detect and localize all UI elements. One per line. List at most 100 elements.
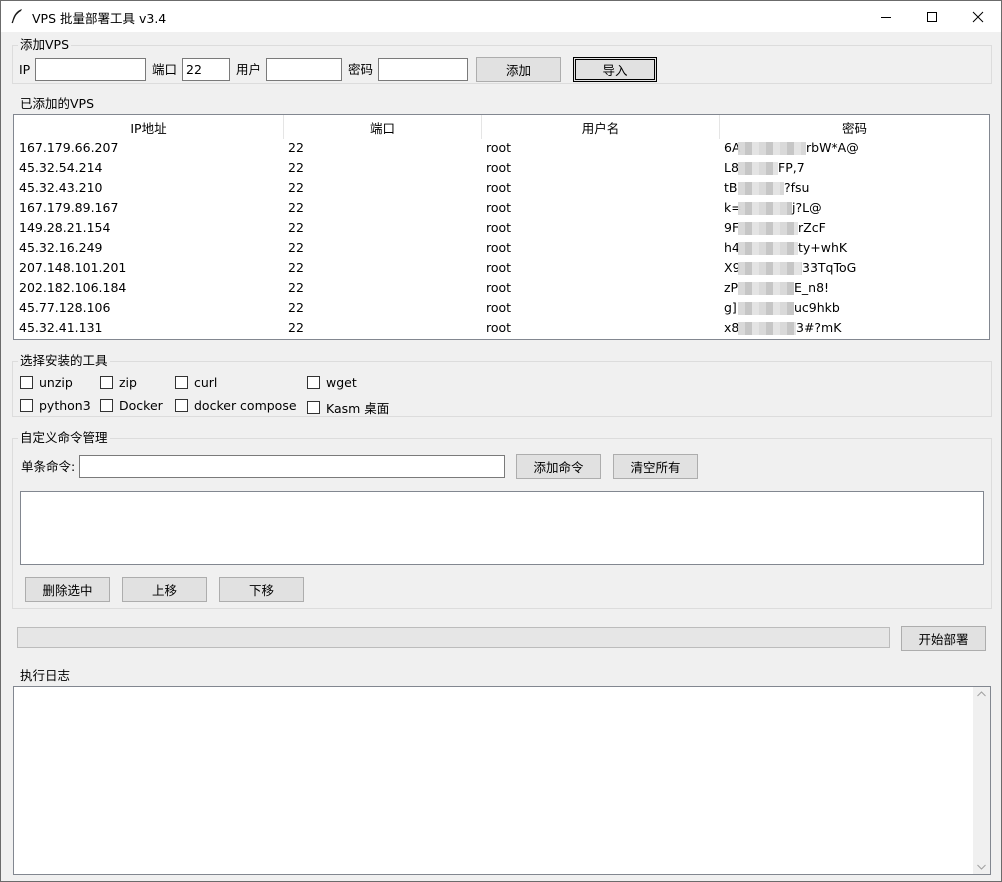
deploy-progress-bar bbox=[17, 627, 890, 648]
close-icon bbox=[972, 11, 984, 22]
add-vps-button[interactable]: 添加 bbox=[476, 57, 561, 82]
password-input[interactable] bbox=[378, 58, 468, 81]
password-redaction bbox=[738, 182, 784, 195]
add-command-button[interactable]: 添加命令 bbox=[516, 454, 601, 479]
cell-user: root bbox=[486, 160, 512, 175]
command-list[interactable] bbox=[20, 491, 984, 565]
delete-selected-button[interactable]: 删除选中 bbox=[25, 577, 110, 602]
scroll-down-icon[interactable] bbox=[977, 864, 986, 870]
password-redaction bbox=[738, 222, 798, 235]
checkbox-label: Docker bbox=[119, 398, 163, 413]
clear-all-button[interactable]: 清空所有 bbox=[613, 454, 698, 479]
cell-ip: 45.32.43.210 bbox=[19, 180, 103, 195]
window-title: VPS 批量部署工具 v3.4 bbox=[32, 11, 167, 26]
table-row[interactable]: 45.32.16.249 22 root h4 ty+whK bbox=[14, 238, 989, 258]
log-textarea[interactable] bbox=[13, 686, 991, 875]
add-vps-title: 添加VPS bbox=[18, 37, 72, 52]
start-deploy-button[interactable]: 开始部署 bbox=[901, 626, 986, 651]
checkbox-box[interactable] bbox=[175, 399, 188, 412]
checkbox-unzip[interactable]: unzip bbox=[20, 375, 73, 390]
cell-port: 22 bbox=[288, 300, 304, 315]
password-redaction bbox=[738, 142, 806, 155]
checkbox-label: wget bbox=[326, 375, 357, 390]
checkbox-docker-compose[interactable]: docker compose bbox=[175, 398, 297, 413]
log-scrollbar[interactable] bbox=[973, 687, 990, 874]
table-row[interactable]: 45.32.43.210 22 root tB ?fsu bbox=[14, 178, 989, 198]
command-input[interactable] bbox=[79, 455, 505, 478]
port-input[interactable]: 22 bbox=[182, 58, 230, 81]
cell-port: 22 bbox=[288, 180, 304, 195]
cell-password-suffix: rZcF bbox=[798, 220, 826, 235]
checkbox-label: Kasm 桌面 bbox=[326, 401, 390, 416]
table-row[interactable]: 45.77.128.106 22 root g] uc9hkb bbox=[14, 298, 989, 318]
password-redaction bbox=[738, 162, 778, 175]
cell-password-suffix: E_n8! bbox=[794, 280, 830, 295]
checkbox-zip[interactable]: zip bbox=[100, 375, 137, 390]
cell-user: root bbox=[486, 280, 512, 295]
cell-ip: 45.32.16.249 bbox=[19, 240, 103, 255]
checkbox-wget[interactable]: wget bbox=[307, 375, 357, 390]
checkbox-docker[interactable]: Docker bbox=[100, 398, 163, 413]
cell-password-suffix: 33TqToG bbox=[802, 260, 857, 275]
cell-user: root bbox=[486, 180, 512, 195]
cell-user: root bbox=[486, 320, 512, 335]
cell-password-suffix: ?fsu bbox=[784, 180, 810, 195]
password-redaction bbox=[738, 282, 794, 295]
maximize-button[interactable] bbox=[909, 1, 955, 32]
cell-password-suffix: rbW*A@ bbox=[806, 140, 859, 155]
table-row[interactable]: 45.32.54.214 22 root L8 FP,7 bbox=[14, 158, 989, 178]
move-down-button[interactable]: 下移 bbox=[219, 577, 304, 602]
cell-password-suffix: ty+whK bbox=[798, 240, 848, 255]
scroll-up-icon[interactable] bbox=[977, 691, 986, 697]
table-row[interactable]: 167.179.66.207 22 root 6A rbW*A@ bbox=[14, 138, 989, 158]
checkbox-box[interactable] bbox=[100, 376, 113, 389]
checkbox-python3[interactable]: python3 bbox=[20, 398, 91, 413]
cell-port: 22 bbox=[288, 320, 304, 335]
ip-label: IP bbox=[19, 62, 31, 77]
move-up-button[interactable]: 上移 bbox=[122, 577, 207, 602]
cell-ip: 167.179.66.207 bbox=[19, 140, 119, 155]
checkbox-box[interactable] bbox=[20, 376, 33, 389]
cell-port: 22 bbox=[288, 220, 304, 235]
cell-password-suffix: 3#?mK bbox=[796, 320, 842, 335]
table-row[interactable]: 207.148.101.201 22 root X9 33TqToG bbox=[14, 258, 989, 278]
table-row[interactable]: 202.182.106.184 22 root zP E_n8! bbox=[14, 278, 989, 298]
checkbox-box[interactable] bbox=[100, 399, 113, 412]
cell-port: 22 bbox=[288, 200, 304, 215]
maximize-icon bbox=[927, 11, 937, 22]
checkbox-box[interactable] bbox=[307, 376, 320, 389]
user-label: 用户 bbox=[236, 62, 262, 77]
column-header-ip[interactable]: IP地址 bbox=[14, 115, 284, 139]
vps-table[interactable]: IP地址 端口 用户名 密码 167.179.66.207 22 root 6A rbW… bbox=[13, 114, 990, 340]
password-redaction bbox=[738, 322, 796, 335]
checkbox-box[interactable] bbox=[20, 399, 33, 412]
log-title: 执行日志 bbox=[18, 668, 73, 683]
single-command-label: 单条命令: bbox=[21, 459, 76, 474]
cell-user: root bbox=[486, 240, 512, 255]
cell-ip: 207.148.101.201 bbox=[19, 260, 127, 275]
checkbox-label: python3 bbox=[39, 398, 91, 413]
password-redaction bbox=[738, 202, 792, 215]
table-row[interactable]: 149.28.21.154 22 root 9F rZcF bbox=[14, 218, 989, 238]
table-row[interactable]: 167.179.89.167 22 root k= j?L@ bbox=[14, 198, 989, 218]
column-header-user[interactable]: 用户名 bbox=[482, 115, 720, 139]
cell-ip: 149.28.21.154 bbox=[19, 220, 111, 235]
minimize-button[interactable] bbox=[863, 1, 909, 32]
import-button[interactable]: 导入 bbox=[573, 57, 657, 82]
checkbox-box[interactable] bbox=[175, 376, 188, 389]
cell-user: root bbox=[486, 220, 512, 235]
close-button[interactable] bbox=[955, 1, 1001, 32]
cell-ip: 45.32.54.214 bbox=[19, 160, 103, 175]
cell-password-suffix: j?L@ bbox=[792, 200, 822, 215]
column-header-port[interactable]: 端口 bbox=[284, 115, 482, 139]
user-input[interactable] bbox=[266, 58, 342, 81]
cell-ip: 167.179.89.167 bbox=[19, 200, 119, 215]
table-row[interactable]: 45.32.41.131 22 root x8 3#?mK bbox=[14, 318, 989, 338]
checkbox-box[interactable] bbox=[307, 401, 320, 414]
ip-input[interactable] bbox=[35, 58, 146, 81]
cell-password-prefix: g] bbox=[724, 300, 737, 315]
checkbox-curl[interactable]: curl bbox=[175, 375, 217, 390]
column-header-password[interactable]: 密码 bbox=[720, 115, 989, 139]
cell-ip: 45.32.41.131 bbox=[19, 320, 103, 335]
checkbox-kasm[interactable]: Kasm 桌面 bbox=[307, 398, 389, 417]
